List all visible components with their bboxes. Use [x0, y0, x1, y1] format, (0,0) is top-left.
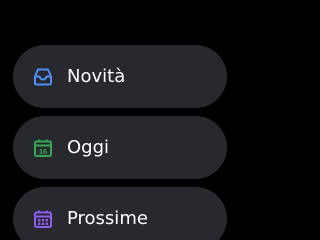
menu-item-upcoming[interactable]: Prossime: [13, 187, 227, 240]
watch-screen: Novità 16 Oggi Prossime: [0, 0, 240, 240]
inbox-icon: [32, 66, 54, 88]
menu-item-inbox[interactable]: Novità: [13, 45, 227, 108]
calendar-upcoming-icon: [32, 208, 54, 230]
menu-item-label: Oggi: [67, 136, 110, 158]
menu-item-label: Prossime: [67, 207, 148, 229]
calendar-day-number: 16: [39, 146, 47, 155]
calendar-today-icon: 16: [32, 137, 54, 159]
menu-item-today[interactable]: 16 Oggi: [13, 116, 227, 179]
menu-item-label: Novità: [67, 65, 126, 87]
